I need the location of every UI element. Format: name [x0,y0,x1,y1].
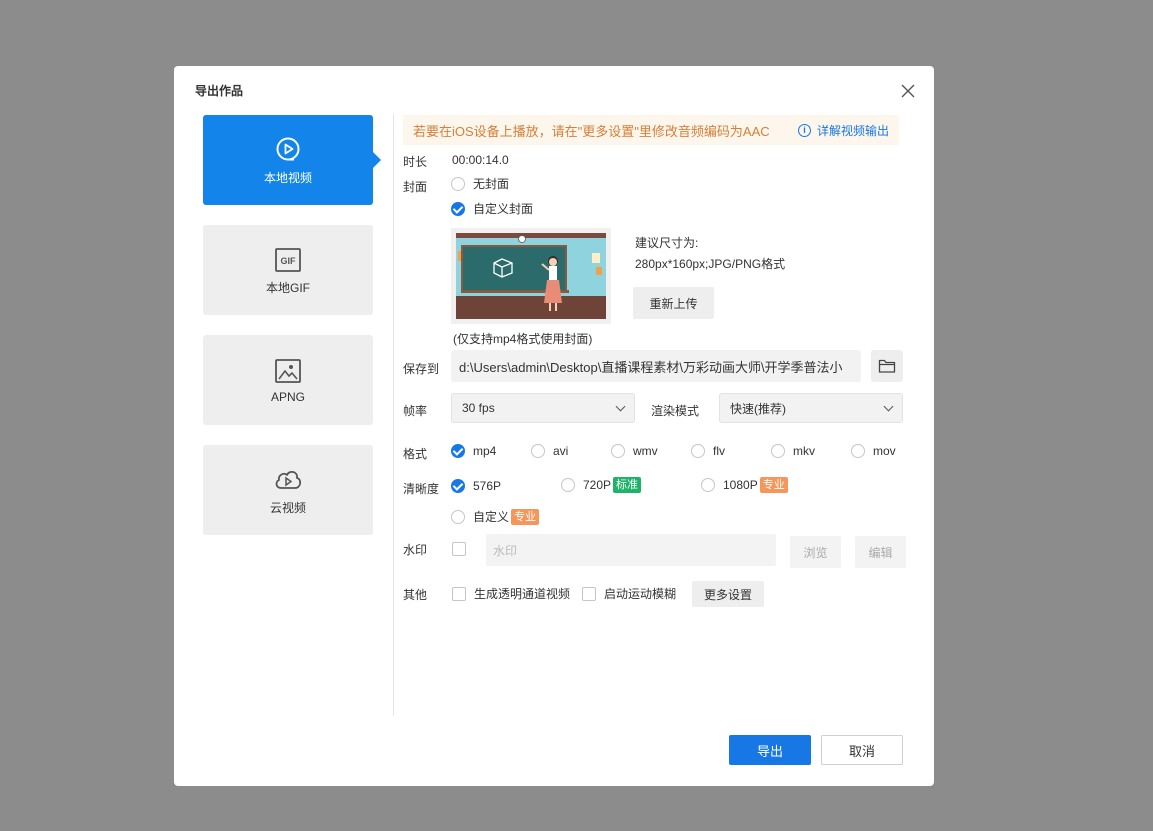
image-icon [273,356,303,386]
other-label: 其他 [403,588,428,602]
tab-label: 云视频 [269,500,306,515]
svg-text:GIF: GIF [281,256,297,266]
render-mode-select[interactable]: 快速(推荐) [719,393,903,423]
format-label: 格式 [403,447,428,461]
radio-custom-cover[interactable]: 自定义封面 [451,200,533,217]
notice-bar: 若要在iOS设备上播放，请在"更多设置"里修改音频编码为AAC i 详解视频输出 [403,115,899,145]
tab-local-video[interactable]: 本地视频 [203,115,381,205]
save-path-field[interactable]: d:\Users\admin\Desktop\直播课程素材\万彩动画大师\开学季… [451,350,861,382]
radio-res-576p[interactable]: 576P [451,479,501,493]
fps-select[interactable]: 30 fps [451,393,635,423]
tab-local-gif[interactable]: GIF 本地GIF [203,225,373,315]
browse-folder-button[interactable] [871,350,903,382]
chevron-down-icon [883,401,894,411]
folder-icon [878,359,896,373]
radio-res-1080p[interactable]: 1080P 专业 [701,477,788,493]
duration-label: 时长 [403,155,428,169]
dialog-title: 导出作品 [195,84,244,98]
cover-size-hint: 建议尺寸为: [635,236,699,250]
tab-label: 本地视频 [263,170,312,185]
cancel-button[interactable]: 取消 [821,735,903,765]
radio-format-avi[interactable]: avi [531,444,568,458]
cover-note: (仅支持mp4格式使用封面) [453,332,593,346]
divider [393,114,394,716]
motion-blur-checkbox[interactable]: 启动运动模糊 [582,585,676,602]
radio-format-mov[interactable]: mov [851,444,896,458]
radio-format-mkv[interactable]: mkv [771,444,815,458]
resolution-label: 清晰度 [403,482,440,496]
export-dialog: 导出作品 本地视频 GIF 本地GIF APNG 云视频 若要在iOS设备上播放… [174,66,934,786]
gif-icon: GIF [273,245,303,275]
render-mode-label: 渲染模式 [651,404,700,418]
render-mode-value: 快速(推荐) [730,401,786,416]
tab-cloud-video[interactable]: 云视频 [203,445,373,535]
cover-format-hint: 280px*160px;JPG/PNG格式 [635,257,786,271]
fps-value: 30 fps [462,401,495,415]
watermark-input[interactable]: 水印 [486,534,776,566]
cover-label: 封面 [403,180,428,194]
radio-no-cover[interactable]: 无封面 [451,175,509,192]
play-circle-icon [273,135,303,165]
watermark-browse-button[interactable]: 浏览 [790,536,841,568]
cloud-play-icon [273,465,303,495]
tab-apng[interactable]: APNG [203,335,373,425]
watermark-label: 水印 [403,543,428,557]
save-to-label: 保存到 [403,362,440,376]
pro-badge: 专业 [511,508,540,525]
close-icon [901,84,915,98]
chevron-down-icon [615,401,626,411]
radio-res-720p[interactable]: 720P 标准 [561,477,642,493]
cover-thumbnail [451,228,611,324]
more-settings-button[interactable]: 更多设置 [692,581,764,607]
reupload-button[interactable]: 重新上传 [633,287,714,319]
tab-label: 本地GIF [266,280,310,295]
info-icon: i [797,123,811,137]
radio-format-flv[interactable]: flv [691,444,725,458]
radio-format-wmv[interactable]: wmv [611,444,658,458]
fps-label: 帧率 [403,404,428,418]
radio-format-mp4[interactable]: mp4 [451,444,496,458]
export-button[interactable]: 导出 [729,735,811,765]
standard-badge: 标准 [613,477,642,493]
duration-value: 00:00:14.0 [452,153,509,167]
watermark-checkbox[interactable] [452,542,474,556]
video-output-help-link[interactable]: i 详解视频输出 [797,122,889,139]
notice-text: 若要在iOS设备上播放，请在"更多设置"里修改音频编码为AAC [413,123,770,139]
close-button[interactable] [898,81,918,101]
help-link-label: 详解视频输出 [816,123,889,138]
watermark-edit-button[interactable]: 编辑 [855,536,906,568]
radio-res-custom[interactable]: 自定义 专业 [451,508,540,525]
alpha-channel-checkbox[interactable]: 生成透明通道视频 [452,585,570,602]
pro-badge: 专业 [759,477,788,493]
tab-label: APNG [270,390,305,404]
